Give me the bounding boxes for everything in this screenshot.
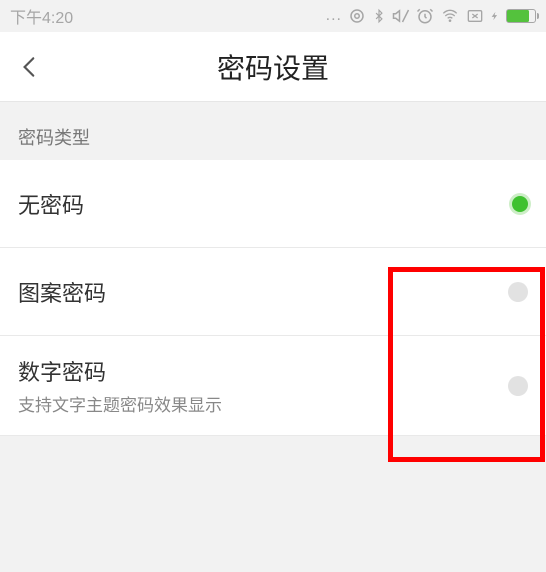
option-no-password[interactable]: 无密码 — [0, 160, 546, 248]
option-label: 数字密码 — [18, 355, 508, 387]
option-label: 无密码 — [18, 188, 512, 220]
radio-selected-icon — [512, 196, 528, 212]
option-numeric-password[interactable]: 数字密码 支持文字主题密码效果显示 — [0, 336, 546, 436]
back-button[interactable] — [10, 47, 50, 87]
dots-icon: ... — [326, 7, 342, 25]
option-subtitle: 支持文字主题密码效果显示 — [18, 391, 508, 416]
status-time: 下午4:20 — [10, 4, 73, 28]
radio-icon — [508, 282, 528, 302]
close-box-icon — [466, 8, 484, 24]
alarm-icon — [416, 7, 434, 25]
section-header: 密码类型 — [0, 102, 546, 160]
hotspot-icon — [348, 7, 366, 25]
option-label: 图案密码 — [18, 276, 508, 308]
status-icons: ... — [326, 7, 536, 25]
mute-icon — [392, 7, 410, 25]
chevron-left-icon — [17, 54, 43, 80]
radio-icon — [508, 376, 528, 396]
charging-icon — [490, 8, 500, 24]
nav-bar: 密码设置 — [0, 32, 546, 102]
battery-icon — [506, 9, 536, 23]
status-bar: 下午4:20 ... — [0, 0, 546, 32]
page-title: 密码设置 — [0, 47, 546, 87]
bluetooth-icon — [372, 7, 386, 25]
wifi-icon — [440, 8, 460, 24]
option-pattern-password[interactable]: 图案密码 — [0, 248, 546, 336]
